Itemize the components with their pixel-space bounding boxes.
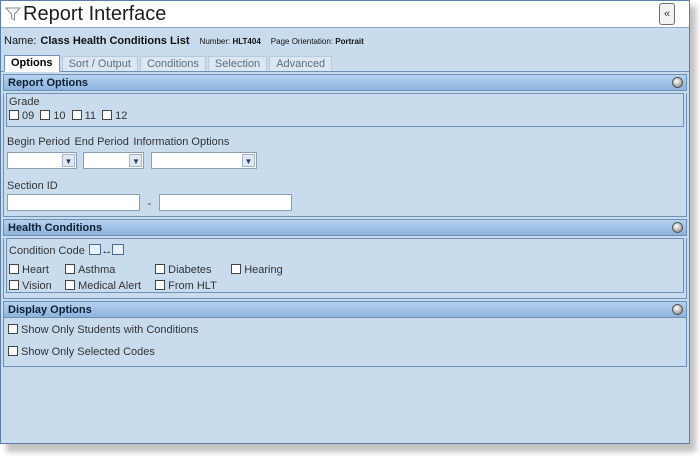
checkbox[interactable] bbox=[71, 110, 82, 120]
name-label: Name: bbox=[4, 35, 37, 47]
report-options-panel: Grade 09 10 11 12 Begin Period End Perio… bbox=[3, 93, 687, 217]
section-id-to-input[interactable] bbox=[158, 194, 292, 211]
section-toggle-icon[interactable] bbox=[672, 222, 683, 233]
begin-period-label: Begin Period bbox=[7, 136, 70, 148]
section-toggle-icon[interactable] bbox=[672, 77, 683, 88]
report-name: Class Health Conditions List bbox=[40, 35, 190, 47]
code-from-hlt[interactable]: From HLT bbox=[155, 280, 217, 292]
health-conditions-title: Health Conditions bbox=[8, 221, 103, 234]
section-id-label: Section ID bbox=[7, 180, 58, 192]
begin-period-select[interactable]: ▼ bbox=[7, 152, 77, 169]
section-id-from-input[interactable] bbox=[7, 194, 140, 211]
grade-10[interactable]: 10 bbox=[40, 110, 66, 122]
filter-icon bbox=[5, 7, 21, 21]
code-from-hlt-label: From HLT bbox=[168, 280, 217, 292]
checkbox[interactable] bbox=[8, 324, 18, 334]
code-medical-alert[interactable]: Medical Alert bbox=[65, 280, 149, 292]
period-selects: ▼ ▼ ▼ bbox=[4, 152, 686, 170]
section-id-range: - bbox=[4, 194, 686, 212]
condition-code-row: Condition Code ↔ bbox=[9, 241, 681, 259]
range-separator: - bbox=[147, 198, 152, 210]
report-number: HLT404 bbox=[232, 37, 261, 46]
health-conditions-header[interactable]: Health Conditions bbox=[3, 219, 687, 236]
tab-advanced[interactable]: Advanced bbox=[269, 56, 333, 71]
tab-strip: Options Sort / Output Conditions Selecti… bbox=[1, 55, 689, 72]
window-title: Report Interface bbox=[23, 2, 167, 25]
option-show-students-with-conditions[interactable]: Show Only Students with Conditions bbox=[8, 324, 686, 336]
grade-12[interactable]: 12 bbox=[102, 110, 127, 122]
title-bar: Report Interface « bbox=[1, 1, 689, 28]
option-label: Show Only Selected Codes bbox=[21, 346, 155, 358]
checkbox[interactable] bbox=[9, 280, 19, 290]
code-vision-label: Vision bbox=[22, 280, 52, 292]
code-heart[interactable]: Heart bbox=[9, 264, 59, 276]
display-options-panel: Show Only Students with Conditions Show … bbox=[3, 318, 687, 367]
chevron-down-icon[interactable]: ▼ bbox=[129, 154, 143, 167]
swap-arrow-icon: ↔ bbox=[101, 245, 113, 257]
code-hearing[interactable]: Hearing bbox=[231, 264, 283, 276]
grade-11[interactable]: 11 bbox=[71, 110, 97, 122]
orientation-label: Page Orientation: bbox=[270, 37, 334, 46]
display-options-header[interactable]: Display Options bbox=[3, 301, 687, 318]
option-label: Show Only Students with Conditions bbox=[21, 324, 199, 336]
chevron-down-icon[interactable]: ▼ bbox=[241, 154, 255, 167]
checkbox[interactable] bbox=[8, 346, 18, 356]
display-options-title: Display Options bbox=[8, 303, 92, 316]
chevron-down-icon[interactable]: ▼ bbox=[62, 154, 75, 167]
health-conditions-panel: Condition Code ↔ Heart Asthma Diabetes H… bbox=[3, 238, 687, 299]
checkbox[interactable] bbox=[65, 280, 76, 290]
grade-09[interactable]: 09 bbox=[9, 110, 34, 122]
number-info: Number: HLT404 bbox=[200, 37, 261, 46]
grade-group: Grade 09 10 11 12 bbox=[6, 93, 684, 127]
grade-10-label: 10 bbox=[53, 110, 66, 122]
condition-code-label: Condition Code bbox=[9, 245, 85, 257]
page-orientation: Portrait bbox=[335, 37, 364, 46]
condition-codes-row-2: Vision Medical Alert From HLT bbox=[9, 280, 681, 292]
information-options-select[interactable]: ▼ bbox=[150, 152, 257, 169]
section-toggle-icon[interactable] bbox=[672, 304, 683, 315]
code-asthma[interactable]: Asthma bbox=[65, 264, 149, 276]
option-show-selected-codes[interactable]: Show Only Selected Codes bbox=[8, 346, 686, 358]
code-asthma-label: Asthma bbox=[78, 264, 116, 276]
select-all-icon[interactable] bbox=[89, 244, 102, 255]
checkbox[interactable] bbox=[155, 264, 166, 274]
grade-checkboxes: 09 10 11 12 bbox=[9, 110, 681, 122]
report-window: Report Interface « Name: Class Health Co… bbox=[0, 0, 690, 444]
grade-09-label: 09 bbox=[22, 110, 35, 122]
end-period-select[interactable]: ▼ bbox=[83, 152, 145, 169]
code-diabetes-label: Diabetes bbox=[168, 264, 212, 276]
code-hearing-label: Hearing bbox=[244, 264, 283, 276]
code-diabetes[interactable]: Diabetes bbox=[155, 264, 225, 276]
period-labels: Begin Period End Period Information Opti… bbox=[4, 132, 686, 150]
checkbox[interactable] bbox=[65, 264, 76, 274]
end-period-label: End Period bbox=[74, 136, 129, 148]
number-label: Number: bbox=[199, 37, 231, 46]
checkbox[interactable] bbox=[9, 110, 19, 120]
check-all-icon[interactable] bbox=[112, 244, 125, 255]
condition-code-group: Condition Code ↔ Heart Asthma Diabetes H… bbox=[6, 238, 684, 293]
grade-label: Grade bbox=[9, 96, 40, 108]
checkbox[interactable] bbox=[102, 110, 113, 120]
checkbox[interactable] bbox=[155, 280, 166, 290]
tab-sort-output[interactable]: Sort / Output bbox=[61, 56, 138, 71]
grade-11-label: 11 bbox=[84, 110, 97, 122]
report-options-header[interactable]: Report Options bbox=[3, 74, 687, 91]
checkbox[interactable] bbox=[40, 110, 51, 120]
report-options-title: Report Options bbox=[8, 76, 89, 89]
tab-conditions[interactable]: Conditions bbox=[139, 56, 206, 71]
orientation-info: Page Orientation: Portrait bbox=[271, 37, 364, 46]
code-medical-alert-label: Medical Alert bbox=[78, 280, 142, 292]
information-options-label: Information Options bbox=[133, 136, 230, 148]
checkbox[interactable] bbox=[231, 264, 242, 274]
tab-selection[interactable]: Selection bbox=[207, 56, 268, 71]
code-vision[interactable]: Vision bbox=[9, 280, 59, 292]
code-heart-label: Heart bbox=[22, 264, 49, 276]
collapse-button[interactable]: « bbox=[659, 3, 675, 25]
grade-12-label: 12 bbox=[115, 110, 128, 122]
tab-options[interactable]: Options bbox=[4, 55, 60, 72]
report-info-row: Name: Class Health Conditions List Numbe… bbox=[1, 28, 689, 55]
checkbox[interactable] bbox=[9, 264, 19, 274]
condition-codes-row-1: Heart Asthma Diabetes Hearing bbox=[9, 264, 681, 276]
